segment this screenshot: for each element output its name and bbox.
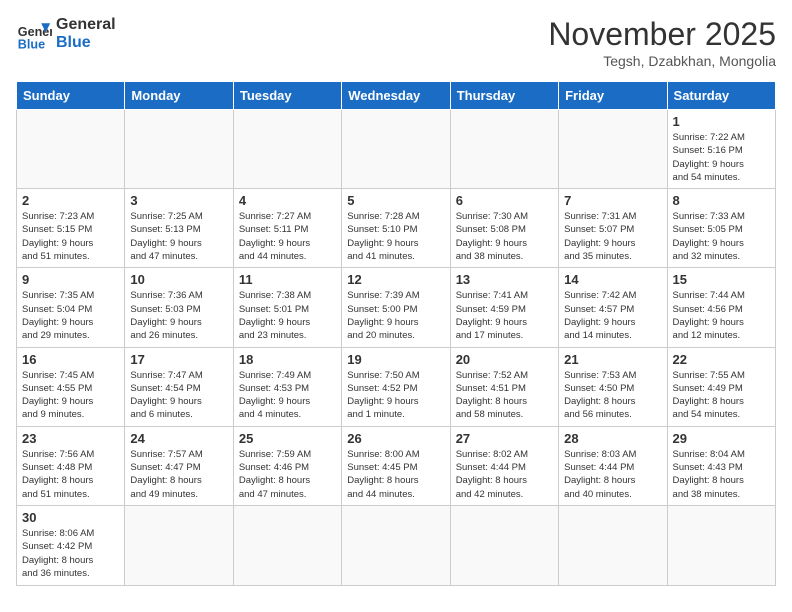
day-29: 29 Sunrise: 8:04 AMSunset: 4:43 PMDaylig… bbox=[667, 426, 775, 505]
logo: General Blue General Blue bbox=[16, 16, 116, 52]
day-6: 6 Sunrise: 7:30 AMSunset: 5:08 PMDayligh… bbox=[450, 189, 558, 268]
day-26: 26 Sunrise: 8:00 AMSunset: 4:45 PMDaylig… bbox=[342, 426, 450, 505]
header: General Blue General Blue November 2025 … bbox=[16, 16, 776, 69]
weekday-header-row: Sunday Monday Tuesday Wednesday Thursday… bbox=[17, 82, 776, 110]
day-28: 28 Sunrise: 8:03 AMSunset: 4:44 PMDaylig… bbox=[559, 426, 667, 505]
logo-blue: Blue bbox=[56, 34, 116, 52]
empty-cell bbox=[342, 110, 450, 189]
day-10: 10 Sunrise: 7:36 AMSunset: 5:03 PMDaylig… bbox=[125, 268, 233, 347]
empty-cell bbox=[17, 110, 125, 189]
empty-cell bbox=[559, 505, 667, 585]
day-4: 4 Sunrise: 7:27 AMSunset: 5:11 PMDayligh… bbox=[233, 189, 341, 268]
empty-cell bbox=[233, 110, 341, 189]
table-row: 30 Sunrise: 8:06 AMSunset: 4:42 PMDaylig… bbox=[17, 505, 776, 585]
table-row: 16 Sunrise: 7:45 AMSunset: 4:55 PMDaylig… bbox=[17, 347, 776, 426]
header-wednesday: Wednesday bbox=[342, 82, 450, 110]
header-tuesday: Tuesday bbox=[233, 82, 341, 110]
day-14: 14 Sunrise: 7:42 AMSunset: 4:57 PMDaylig… bbox=[559, 268, 667, 347]
day-18: 18 Sunrise: 7:49 AMSunset: 4:53 PMDaylig… bbox=[233, 347, 341, 426]
day-19: 19 Sunrise: 7:50 AMSunset: 4:52 PMDaylig… bbox=[342, 347, 450, 426]
table-row: 23 Sunrise: 7:56 AMSunset: 4:48 PMDaylig… bbox=[17, 426, 776, 505]
calendar-title: November 2025 bbox=[548, 16, 776, 53]
day-17: 17 Sunrise: 7:47 AMSunset: 4:54 PMDaylig… bbox=[125, 347, 233, 426]
empty-cell bbox=[125, 110, 233, 189]
table-row: 1 Sunrise: 7:22 AMSunset: 5:16 PMDayligh… bbox=[17, 110, 776, 189]
logo-icon: General Blue bbox=[16, 16, 52, 52]
empty-cell bbox=[342, 505, 450, 585]
day-21: 21 Sunrise: 7:53 AMSunset: 4:50 PMDaylig… bbox=[559, 347, 667, 426]
empty-cell bbox=[450, 110, 558, 189]
title-area: November 2025 Tegsh, Dzabkhan, Mongolia bbox=[548, 16, 776, 69]
calendar-table: Sunday Monday Tuesday Wednesday Thursday… bbox=[16, 81, 776, 586]
day-12: 12 Sunrise: 7:39 AMSunset: 5:00 PMDaylig… bbox=[342, 268, 450, 347]
day-27: 27 Sunrise: 8:02 AMSunset: 4:44 PMDaylig… bbox=[450, 426, 558, 505]
day-1: 1 Sunrise: 7:22 AMSunset: 5:16 PMDayligh… bbox=[667, 110, 775, 189]
empty-cell bbox=[125, 505, 233, 585]
day-7: 7 Sunrise: 7:31 AMSunset: 5:07 PMDayligh… bbox=[559, 189, 667, 268]
day-5: 5 Sunrise: 7:28 AMSunset: 5:10 PMDayligh… bbox=[342, 189, 450, 268]
header-friday: Friday bbox=[559, 82, 667, 110]
day-30: 30 Sunrise: 8:06 AMSunset: 4:42 PMDaylig… bbox=[17, 505, 125, 585]
header-thursday: Thursday bbox=[450, 82, 558, 110]
svg-text:Blue: Blue bbox=[18, 37, 45, 51]
logo-general: General bbox=[56, 16, 116, 34]
calendar-subtitle: Tegsh, Dzabkhan, Mongolia bbox=[548, 53, 776, 69]
day-24: 24 Sunrise: 7:57 AMSunset: 4:47 PMDaylig… bbox=[125, 426, 233, 505]
day-3: 3 Sunrise: 7:25 AMSunset: 5:13 PMDayligh… bbox=[125, 189, 233, 268]
header-sunday: Sunday bbox=[17, 82, 125, 110]
day-8: 8 Sunrise: 7:33 AMSunset: 5:05 PMDayligh… bbox=[667, 189, 775, 268]
day-2: 2 Sunrise: 7:23 AMSunset: 5:15 PMDayligh… bbox=[17, 189, 125, 268]
header-monday: Monday bbox=[125, 82, 233, 110]
day-22: 22 Sunrise: 7:55 AMSunset: 4:49 PMDaylig… bbox=[667, 347, 775, 426]
empty-cell bbox=[450, 505, 558, 585]
day-16: 16 Sunrise: 7:45 AMSunset: 4:55 PMDaylig… bbox=[17, 347, 125, 426]
table-row: 2 Sunrise: 7:23 AMSunset: 5:15 PMDayligh… bbox=[17, 189, 776, 268]
empty-cell bbox=[233, 505, 341, 585]
day-25: 25 Sunrise: 7:59 AMSunset: 4:46 PMDaylig… bbox=[233, 426, 341, 505]
empty-cell bbox=[667, 505, 775, 585]
empty-cell bbox=[559, 110, 667, 189]
table-row: 9 Sunrise: 7:35 AMSunset: 5:04 PMDayligh… bbox=[17, 268, 776, 347]
day-20: 20 Sunrise: 7:52 AMSunset: 4:51 PMDaylig… bbox=[450, 347, 558, 426]
header-saturday: Saturday bbox=[667, 82, 775, 110]
day-15: 15 Sunrise: 7:44 AMSunset: 4:56 PMDaylig… bbox=[667, 268, 775, 347]
day-11: 11 Sunrise: 7:38 AMSunset: 5:01 PMDaylig… bbox=[233, 268, 341, 347]
day-9: 9 Sunrise: 7:35 AMSunset: 5:04 PMDayligh… bbox=[17, 268, 125, 347]
day-13: 13 Sunrise: 7:41 AMSunset: 4:59 PMDaylig… bbox=[450, 268, 558, 347]
day-23: 23 Sunrise: 7:56 AMSunset: 4:48 PMDaylig… bbox=[17, 426, 125, 505]
